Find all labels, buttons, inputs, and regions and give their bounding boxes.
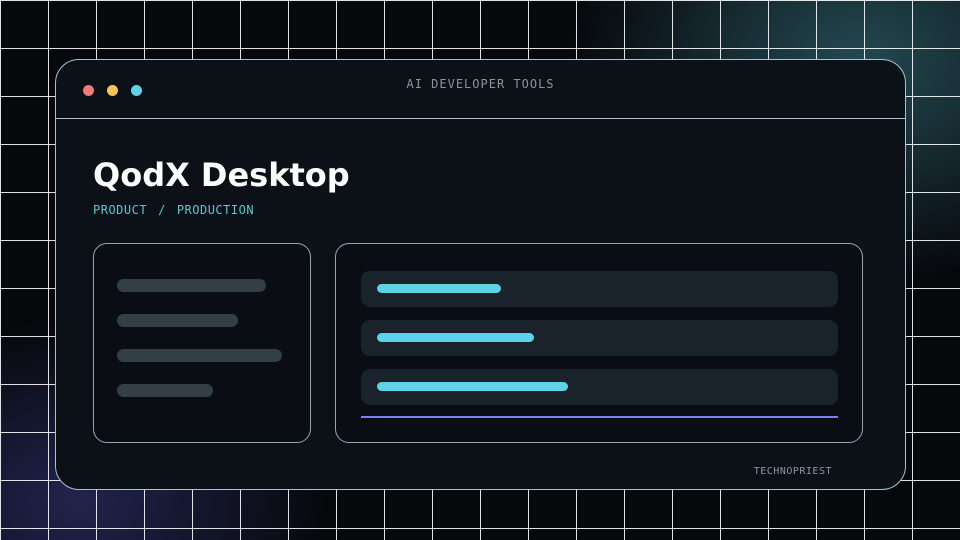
progress-row [361, 271, 838, 307]
brand-label: TECHNOPRIEST [753, 466, 832, 477]
progress-row [361, 320, 838, 356]
title-bar: AI DEVELOPER TOOLS [56, 60, 905, 119]
breadcrumb-item-product[interactable]: PRODUCT [93, 203, 147, 217]
breadcrumb-item-production[interactable]: PRODUCTION [177, 203, 254, 217]
progress-fill [377, 333, 534, 342]
window-title: AI DEVELOPER TOOLS [406, 77, 555, 91]
progress-row [361, 369, 838, 405]
progress-fill [377, 382, 568, 391]
page-title: QodX Desktop [93, 156, 350, 194]
accent-divider [361, 416, 838, 418]
breadcrumb: PRODUCT / PRODUCTION [93, 203, 254, 217]
left-panel [93, 243, 311, 443]
placeholder-line [117, 384, 213, 397]
app-window: AI DEVELOPER TOOLS QodX Desktop PRODUCT /… [55, 59, 906, 490]
breadcrumb-separator: / [158, 203, 166, 217]
placeholder-line [117, 349, 282, 362]
right-panel [335, 243, 863, 443]
placeholder-line [117, 314, 238, 327]
placeholder-line [117, 279, 266, 292]
progress-fill [377, 284, 501, 293]
